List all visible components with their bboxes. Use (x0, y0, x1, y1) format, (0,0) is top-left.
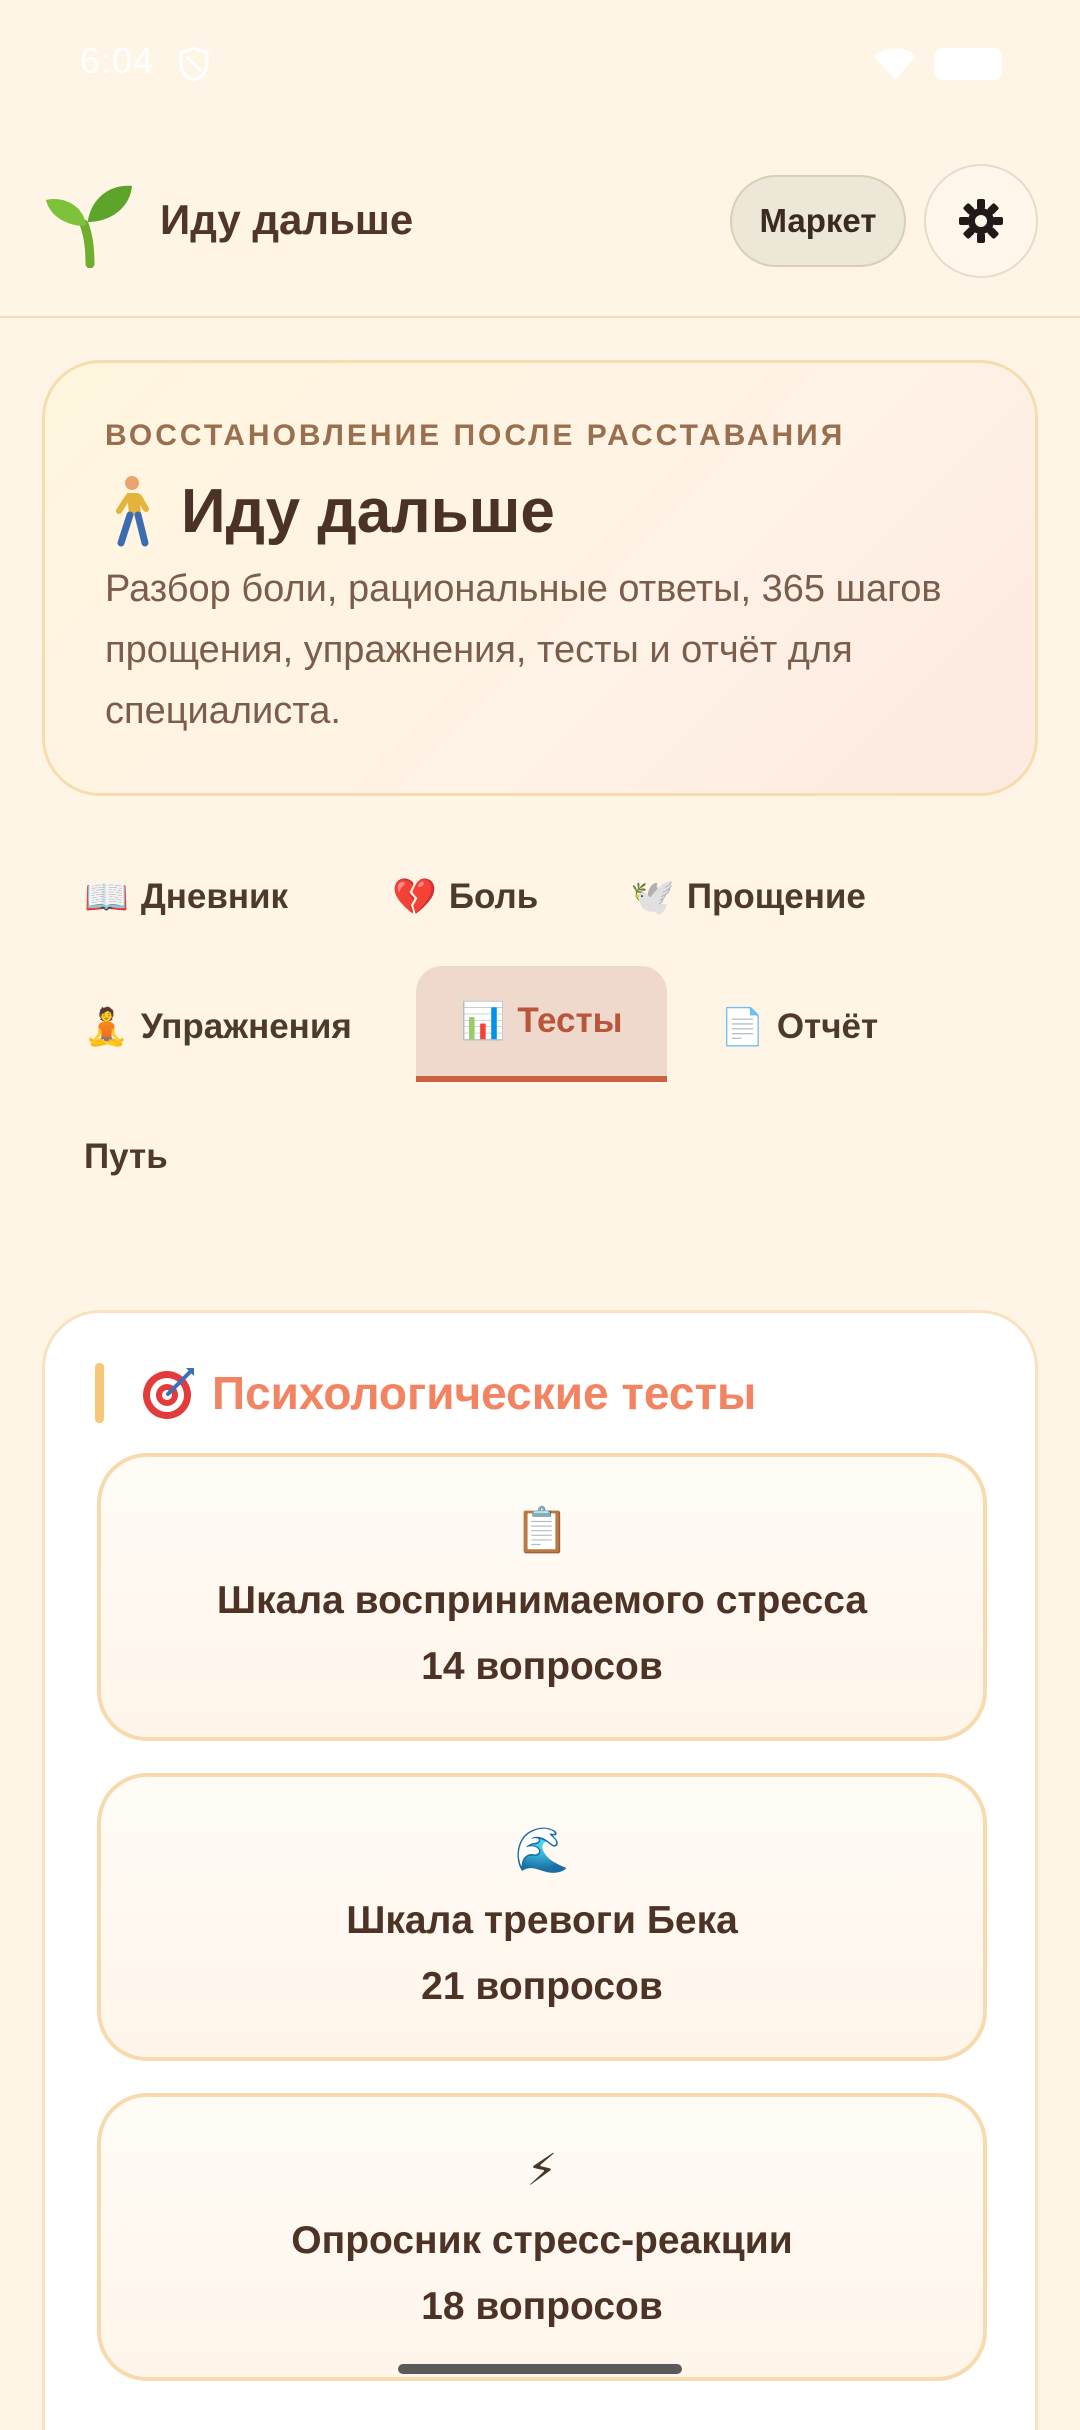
test-question-count: 18 вопросов (421, 2285, 663, 2328)
status-bar: 6:04 (0, 0, 1080, 128)
hero-title-row: Иду дальше (105, 471, 555, 551)
lightning-icon: ⚡ (526, 2146, 558, 2195)
battery-icon (934, 48, 1002, 80)
test-card[interactable]: 🌊 Шкала тревоги Бека 21 вопросов (97, 1773, 987, 2061)
tab-label: Отчёт (776, 1007, 879, 1046)
sprout-logo-icon (46, 185, 132, 268)
test-name: Шкала тревоги Бека (346, 1899, 738, 1942)
test-question-count: 14 вопросов (421, 1645, 663, 1688)
section-accent-bar (95, 1363, 104, 1423)
app-header: Иду дальше Маркет (0, 128, 1080, 318)
hero-card: ВОССТАНОВЛЕНИЕ ПОСЛЕ РАССТАВАНИЯ Иду дал… (42, 360, 1038, 796)
status-time: 6:04 (80, 40, 155, 81)
tab-label: Боль (448, 877, 539, 916)
tab-exercises[interactable]: 🧘 Упражнения (84, 994, 352, 1060)
tab-label: Путь (84, 1137, 168, 1176)
meditation-icon: 🧘 (84, 1006, 129, 1047)
broken-heart-icon: 💔 (392, 876, 437, 917)
market-button[interactable]: Маркет (730, 175, 906, 267)
tab-label: Упражнения (140, 1007, 352, 1046)
hero-title: Иду дальше (181, 476, 555, 546)
bar-chart-icon: 📊 (460, 1000, 506, 1041)
document-icon: 📄 (720, 1006, 765, 1047)
tab-path[interactable]: Путь (84, 1124, 168, 1190)
hero-overline: ВОССТАНОВЛЕНИЕ ПОСЛЕ РАССТАВАНИЯ (105, 419, 846, 452)
test-name: Опросник стресс-реакции (291, 2219, 793, 2262)
section-header: Психологические тесты (95, 1363, 756, 1423)
section-title: Психологические тесты (212, 1367, 757, 1419)
tab-pain[interactable]: 💔 Боль (392, 864, 538, 930)
tab-diary[interactable]: 📖 Дневник (84, 864, 288, 930)
clipboard-icon: 📋 (514, 1506, 570, 1555)
target-icon (143, 1368, 194, 1419)
wave-icon: 🌊 (514, 1826, 570, 1875)
settings-button[interactable] (924, 164, 1038, 278)
book-icon: 📖 (84, 876, 129, 917)
tab-label: Прощение (686, 877, 866, 916)
tab-label: Тесты (517, 1001, 623, 1040)
tests-section: Психологические тесты 📋 Шкала воспринима… (42, 1310, 1038, 2430)
test-card[interactable]: 📋 Шкала воспринимаемого стресса 14 вопро… (97, 1453, 987, 1741)
shield-icon (179, 46, 209, 82)
app-title: Иду дальше (160, 196, 414, 243)
tab-forgiveness[interactable]: 🕊️ Прощение (630, 864, 866, 930)
dove-icon: 🕊️ (630, 876, 675, 917)
tab-label: Дневник (140, 877, 289, 916)
wifi-icon (874, 48, 916, 80)
hero-description: Разбор боли, рациональные ответы, 365 ша… (105, 568, 942, 732)
test-name: Шкала воспринимаемого стресса (216, 1579, 868, 1622)
walking-person-icon (116, 476, 149, 547)
tab-report[interactable]: 📄 Отчёт (720, 994, 878, 1060)
home-indicator[interactable] (398, 2364, 682, 2374)
tab-tests[interactable]: 📊 Тесты (416, 966, 667, 1082)
gear-icon (959, 199, 1003, 243)
test-question-count: 21 вопросов (421, 1965, 663, 2008)
test-card[interactable]: ⚡ Опросник стресс-реакции 18 вопросов (97, 2093, 987, 2381)
